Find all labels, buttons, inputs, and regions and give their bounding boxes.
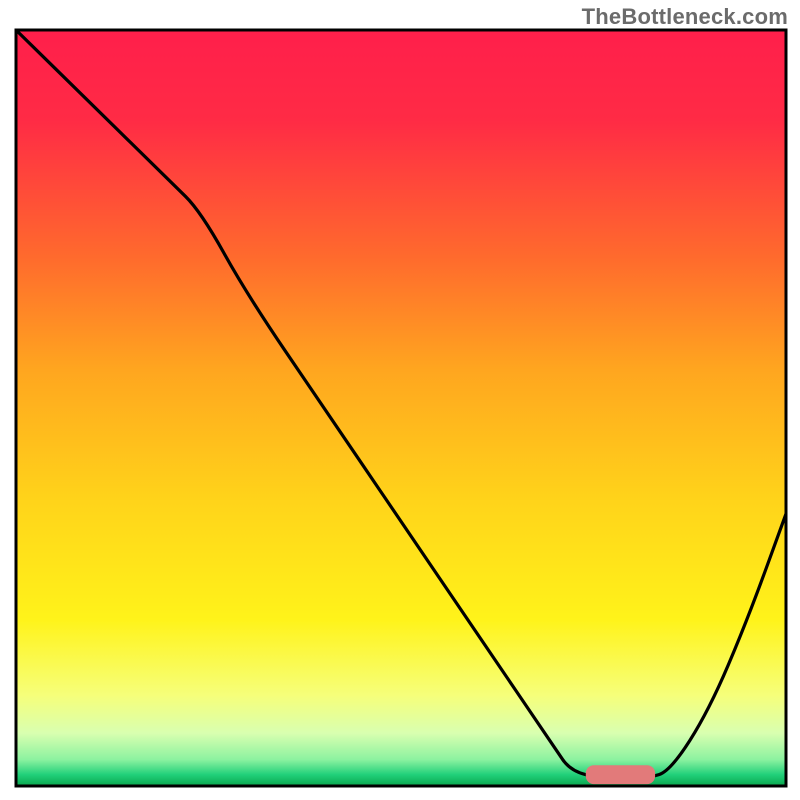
watermark-text: TheBottleneck.com	[582, 4, 788, 30]
bottleneck-chart	[0, 0, 800, 800]
optimal-range-marker	[586, 765, 655, 784]
chart-container: TheBottleneck.com	[0, 0, 800, 800]
